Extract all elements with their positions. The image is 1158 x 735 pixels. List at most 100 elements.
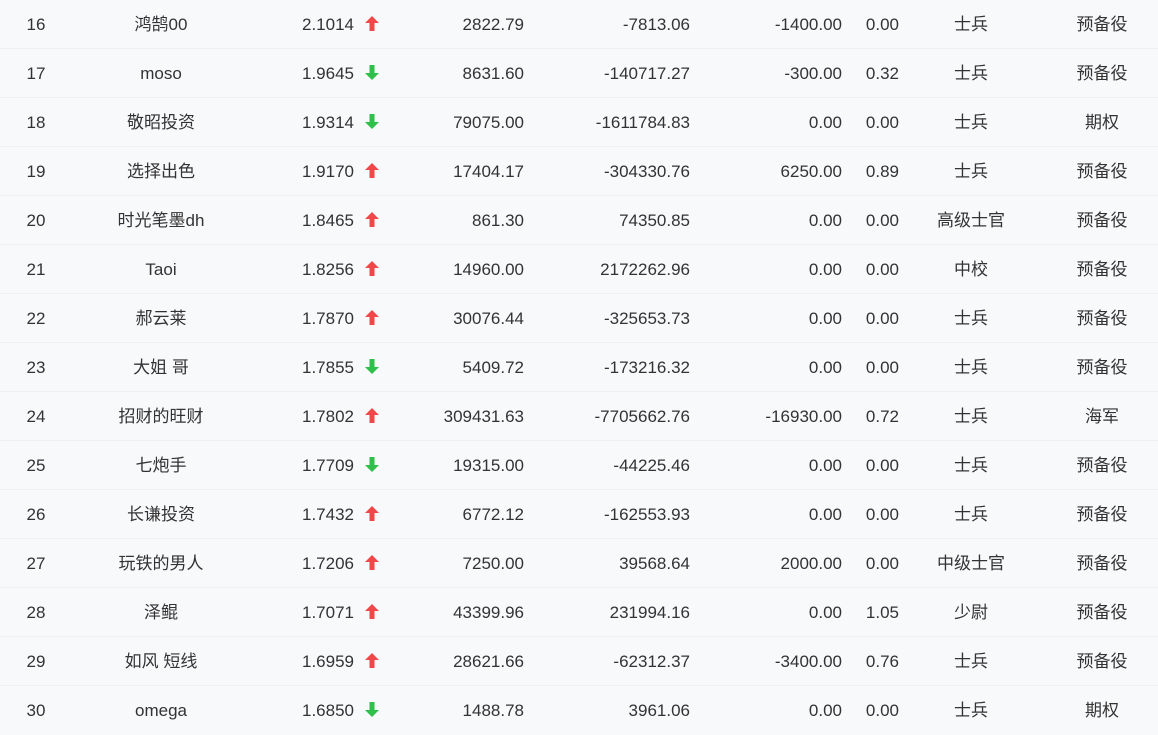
arrow-up-icon xyxy=(362,637,382,686)
table-row[interactable]: 22 郝云莱 1.7870 30076.44 -325653.73 0.00 0… xyxy=(0,294,1158,343)
score-cell: 1.9314 xyxy=(302,113,354,132)
table-row[interactable]: 29 如风 短线 1.6959 28621.66 -62312.37 -3400… xyxy=(0,637,1158,686)
ratio-cell: 0.72 xyxy=(865,407,899,426)
rank-cell: 26 xyxy=(26,505,46,524)
asset-cell: 2822.79 xyxy=(462,15,524,34)
rank-cell: 18 xyxy=(26,113,46,132)
username-cell[interactable]: 七炮手 xyxy=(92,441,230,490)
ratio-cell: 0.00 xyxy=(865,456,899,475)
arrow-up-icon xyxy=(362,392,382,441)
today-profit-cell: 0.00 xyxy=(808,505,842,524)
username-cell[interactable]: 敬昭投资 xyxy=(92,98,230,147)
table-row[interactable]: 17 moso 1.9645 8631.60 -140717.27 -300.0… xyxy=(0,49,1158,98)
asset-cell: 30076.44 xyxy=(453,309,524,328)
level-cell: 士兵 xyxy=(954,358,988,377)
account-type-cell: 预备役 xyxy=(1076,162,1128,181)
username-cell[interactable]: Taoi xyxy=(92,245,230,294)
username-cell[interactable]: 鸿鹄00 xyxy=(92,0,230,49)
arrow-up-icon xyxy=(362,588,382,637)
account-type-cell: 预备役 xyxy=(1076,456,1128,475)
asset-cell: 79075.00 xyxy=(453,113,524,132)
username-cell[interactable]: 选择出色 xyxy=(92,147,230,196)
level-cell: 士兵 xyxy=(954,407,988,426)
score-cell: 1.6959 xyxy=(302,652,354,671)
asset-cell: 14960.00 xyxy=(453,260,524,279)
table-row[interactable]: 19 选择出色 1.9170 17404.17 -304330.76 6250.… xyxy=(0,147,1158,196)
account-type-cell: 预备役 xyxy=(1076,260,1128,279)
table-row[interactable]: 30 omega 1.6850 1488.78 3961.06 0.00 0.0… xyxy=(0,686,1158,735)
username-cell[interactable]: 长谦投资 xyxy=(92,490,230,539)
today-profit-cell: 0.00 xyxy=(808,358,842,377)
table-row[interactable]: 25 七炮手 1.7709 19315.00 -44225.46 0.00 0.… xyxy=(0,441,1158,490)
asset-cell: 28621.66 xyxy=(453,652,524,671)
ratio-cell: 0.00 xyxy=(865,505,899,524)
table-row[interactable]: 16 鸿鹄00 2.1014 2822.79 -7813.06 -1400.00… xyxy=(0,0,1158,49)
username-cell[interactable]: 泽鲲 xyxy=(92,588,230,637)
username-cell[interactable]: omega xyxy=(92,686,230,735)
table-row[interactable]: 28 泽鲲 1.7071 43399.96 231994.16 0.00 1.0… xyxy=(0,588,1158,637)
arrow-down-icon xyxy=(362,343,382,392)
table-row[interactable]: 26 长谦投资 1.7432 6772.12 -162553.93 0.00 0… xyxy=(0,490,1158,539)
rank-cell: 22 xyxy=(26,309,46,328)
asset-cell: 5409.72 xyxy=(462,358,524,377)
username-cell[interactable]: 郝云莱 xyxy=(92,294,230,343)
ratio-cell: 0.00 xyxy=(865,701,899,720)
ratio-cell: 0.00 xyxy=(865,113,899,132)
asset-cell: 6772.12 xyxy=(462,505,524,524)
rank-cell: 20 xyxy=(26,211,46,230)
ratio-cell: 0.76 xyxy=(865,652,899,671)
username-cell[interactable]: moso xyxy=(92,49,230,98)
profit-cell: -7813.06 xyxy=(622,15,690,34)
score-cell: 1.8465 xyxy=(302,211,354,230)
ratio-cell: 0.00 xyxy=(865,211,899,230)
account-type-cell: 预备役 xyxy=(1076,309,1128,328)
today-profit-cell: 2000.00 xyxy=(780,554,842,573)
profit-cell: -325653.73 xyxy=(603,309,690,328)
account-type-cell: 预备役 xyxy=(1076,211,1128,230)
today-profit-cell: 0.00 xyxy=(808,309,842,328)
username-cell[interactable]: 时光笔墨dh xyxy=(92,196,230,245)
ratio-cell: 0.00 xyxy=(865,15,899,34)
profit-cell: 39568.64 xyxy=(619,554,690,573)
arrow-up-icon xyxy=(362,196,382,245)
table-row[interactable]: 27 玩铁的男人 1.7206 7250.00 39568.64 2000.00… xyxy=(0,539,1158,588)
today-profit-cell: 0.00 xyxy=(808,603,842,622)
today-profit-cell: -3400.00 xyxy=(774,652,842,671)
arrow-up-icon xyxy=(362,245,382,294)
rank-cell: 28 xyxy=(26,603,46,622)
profit-cell: -44225.46 xyxy=(613,456,690,475)
table-row[interactable]: 24 招财的旺财 1.7802 309431.63 -7705662.76 -1… xyxy=(0,392,1158,441)
rank-cell: 17 xyxy=(26,64,46,83)
username-cell[interactable]: 如风 短线 xyxy=(92,637,230,686)
table-row[interactable]: 20 时光笔墨dh 1.8465 861.30 74350.85 0.00 0.… xyxy=(0,196,1158,245)
score-cell: 1.7709 xyxy=(302,456,354,475)
today-profit-cell: -1400.00 xyxy=(774,15,842,34)
account-type-cell: 期权 xyxy=(1085,113,1119,132)
ratio-cell: 0.00 xyxy=(865,260,899,279)
profit-cell: 74350.85 xyxy=(619,211,690,230)
rank-cell: 23 xyxy=(26,358,46,377)
account-type-cell: 期权 xyxy=(1085,701,1119,720)
profit-cell: -304330.76 xyxy=(603,162,690,181)
table-row[interactable]: 21 Taoi 1.8256 14960.00 2172262.96 0.00 … xyxy=(0,245,1158,294)
table-row[interactable]: 18 敬昭投资 1.9314 79075.00 -1611784.83 0.00… xyxy=(0,98,1158,147)
rank-cell: 27 xyxy=(26,554,46,573)
username-cell[interactable]: 大姐 哥 xyxy=(92,343,230,392)
table-row[interactable]: 23 大姐 哥 1.7855 5409.72 -173216.32 0.00 0… xyxy=(0,343,1158,392)
level-cell: 士兵 xyxy=(954,113,988,132)
rank-cell: 19 xyxy=(26,162,46,181)
asset-cell: 1488.78 xyxy=(462,701,524,720)
level-cell: 士兵 xyxy=(954,64,988,83)
score-cell: 1.7802 xyxy=(302,407,354,426)
arrow-down-icon xyxy=(362,49,382,98)
level-cell: 士兵 xyxy=(954,162,988,181)
level-cell: 中校 xyxy=(954,260,988,279)
today-profit-cell: 0.00 xyxy=(808,260,842,279)
username-cell[interactable]: 招财的旺财 xyxy=(92,392,230,441)
asset-cell: 7250.00 xyxy=(462,554,524,573)
username-cell[interactable]: 玩铁的男人 xyxy=(92,539,230,588)
level-cell: 士兵 xyxy=(954,701,988,720)
profit-cell: -140717.27 xyxy=(603,64,690,83)
rank-cell: 24 xyxy=(26,407,46,426)
profit-cell: -7705662.76 xyxy=(594,407,690,426)
